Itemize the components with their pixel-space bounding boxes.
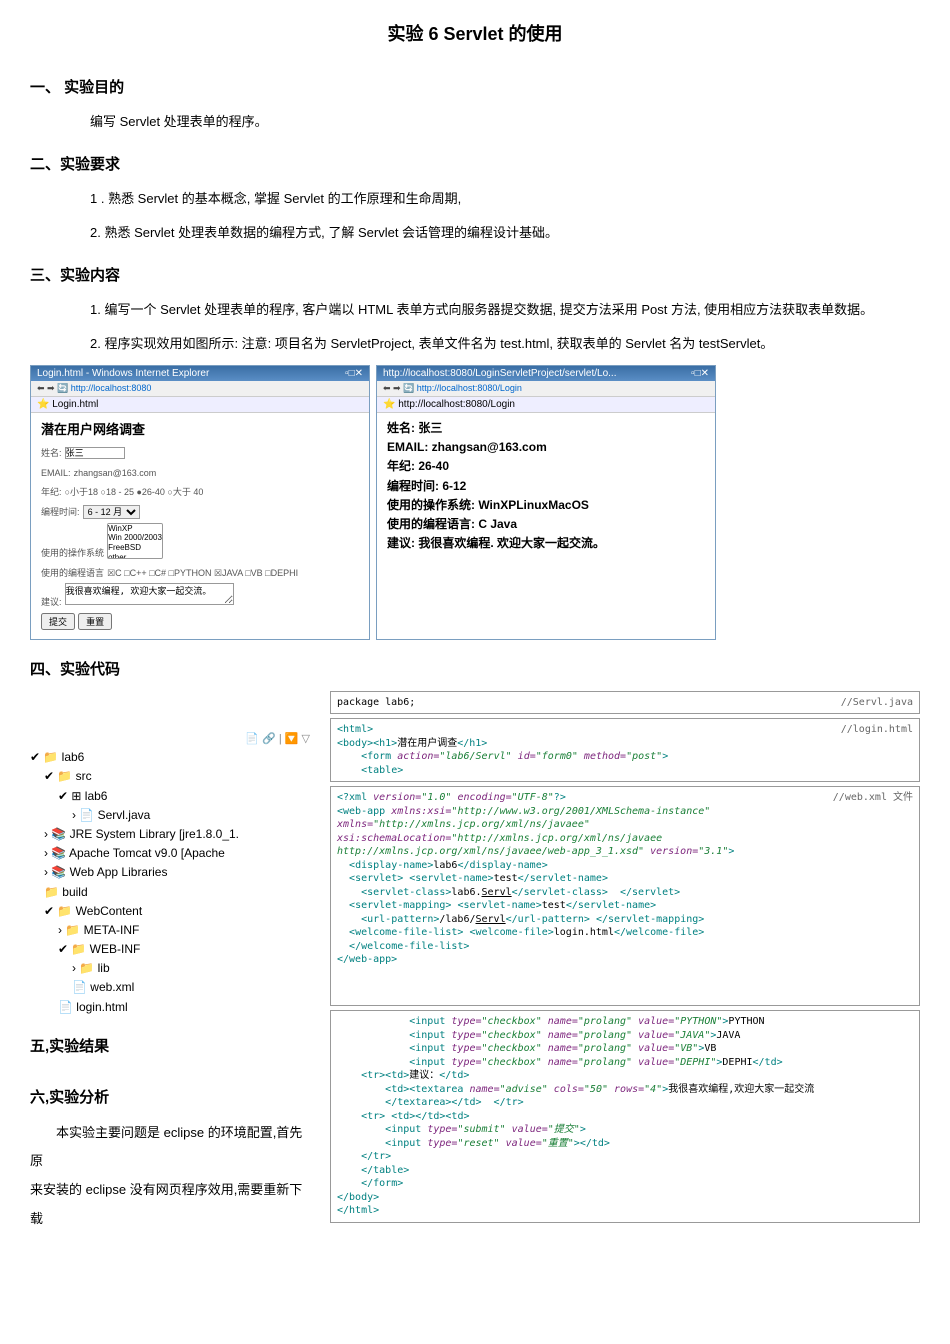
section-heading: 四、实验代码 bbox=[30, 658, 920, 679]
tree-src[interactable]: ✔ 📁 src bbox=[30, 767, 310, 786]
browser-tab: ⭐ Login.html bbox=[31, 397, 369, 413]
advise-textarea[interactable]: 我很喜欢编程, 欢迎大家一起交流。 bbox=[65, 583, 234, 605]
tree-webcontent[interactable]: ✔ 📁 WebContent bbox=[30, 902, 310, 921]
section-heading: 六,实验分析 bbox=[30, 1086, 310, 1107]
screenshot-row: Login.html - Windows Internet Explorer▫□… bbox=[30, 365, 920, 640]
section-heading: 二、实验要求 bbox=[30, 153, 920, 174]
paragraph: 本实验主要问题是 eclipse 的环境配置,首先原 bbox=[30, 1119, 310, 1176]
result-line: EMAIL: zhangsan@163.com bbox=[387, 438, 705, 457]
paragraph: 1. 编写一个 Servlet 处理表单的程序, 客户端以 HTML 表单方式向… bbox=[90, 297, 920, 323]
tree-package[interactable]: ✔ ⊞ lab6 bbox=[30, 787, 310, 806]
tree-toolbar[interactable]: 📄 🔗 | 🔽 ▽ bbox=[30, 731, 310, 749]
code-web-xml: //web.xml 文件<?xml version="1.0" encoding… bbox=[330, 786, 920, 1006]
browser-title: http://localhost:8080/LoginServletProjec… bbox=[377, 366, 715, 381]
browser-title: Login.html - Windows Internet Explorer▫□… bbox=[31, 366, 369, 381]
tree-project[interactable]: ✔ 📁 lab6 bbox=[30, 748, 310, 767]
label: 建议: bbox=[41, 597, 62, 607]
page-title: 实验 6 Servlet 的使用 bbox=[30, 20, 920, 46]
name-input[interactable] bbox=[65, 447, 125, 459]
result-line: 年纪: 26-40 bbox=[387, 457, 705, 476]
tree-build[interactable]: 📁 build bbox=[30, 883, 310, 902]
result-line: 编程时间: 6-12 bbox=[387, 477, 705, 496]
result-line: 姓名: 张三 bbox=[387, 419, 705, 438]
label: 使用的操作系统 bbox=[41, 548, 104, 558]
paragraph: 2. 程序实现效用如图所示: 注意: 项目名为 ServletProject, … bbox=[90, 331, 920, 357]
paragraph: 编写 Servlet 处理表单的程序。 bbox=[90, 109, 920, 135]
section-heading: 一、 实验目的 bbox=[30, 76, 920, 97]
result-line: 使用的编程语言: C Java bbox=[387, 515, 705, 534]
result-line: 使用的操作系统: WinXPLinuxMacOS bbox=[387, 496, 705, 515]
submit-button[interactable]: 提交 bbox=[41, 613, 75, 630]
tree-webapp-lib[interactable]: › 📚 Web App Libraries bbox=[30, 863, 310, 882]
paragraph: 来安装的 eclipse 没有网页程序效用,需要重新下载 bbox=[30, 1176, 310, 1233]
tree-web-inf[interactable]: ✔ 📁 WEB-INF bbox=[30, 940, 310, 959]
code-login-html-top: //login.html<html> <body><h1>潜在用户调查</h1>… bbox=[330, 718, 920, 782]
browser-right: http://localhost:8080/LoginServletProjec… bbox=[376, 365, 716, 640]
code-login-html-bottom: <input type="checkbox" name="prolang" va… bbox=[330, 1010, 920, 1223]
os-select[interactable]: WinXPWin 2000/2003FreeBSDother bbox=[107, 523, 163, 559]
lang-options[interactable]: ☒C □C++ □C# □PYTHON ☒JAVA □VB □DEPHI bbox=[107, 568, 298, 578]
browser-address: ⬅ ➡ 🔄 http://localhost:8080/Login bbox=[377, 381, 715, 397]
time-select[interactable]: 6 - 12 月 bbox=[83, 505, 140, 519]
section-heading: 三、实验内容 bbox=[30, 264, 920, 285]
tree-tomcat[interactable]: › 📚 Apache Tomcat v9.0 [Apache bbox=[30, 844, 310, 863]
paragraph: 1 . 熟悉 Servlet 的基本概念, 掌握 Servlet 的工作原理和生… bbox=[90, 186, 920, 212]
reset-button[interactable]: 重置 bbox=[78, 613, 112, 630]
browser-address: ⬅ ➡ 🔄 http://localhost:8080 bbox=[31, 381, 369, 397]
code-servl-java: package lab6;//Servl.java bbox=[330, 691, 920, 715]
label: 使用的编程语言 bbox=[41, 568, 104, 578]
section-heading: 五,实验结果 bbox=[30, 1035, 310, 1056]
label: EMAIL: bbox=[41, 468, 71, 478]
label: 姓名: bbox=[41, 448, 62, 458]
label: 编程时间: bbox=[41, 507, 80, 517]
tree-jre[interactable]: › 📚 JRE System Library [jre1.8.0_1. bbox=[30, 825, 310, 844]
tree-login-html[interactable]: 📄 login.html bbox=[30, 998, 310, 1017]
project-tree: 📄 🔗 | 🔽 ▽ ✔ 📁 lab6 ✔ 📁 src ✔ ⊞ lab6 › 📄 … bbox=[30, 731, 310, 1017]
tree-web-xml[interactable]: 📄 web.xml bbox=[30, 978, 310, 997]
browser-tab: ⭐ http://localhost:8080/Login bbox=[377, 397, 715, 413]
form-heading: 潜在用户网络调查 bbox=[41, 419, 359, 441]
tree-java-file[interactable]: › 📄 Servl.java bbox=[30, 806, 310, 825]
result-line: 建议: 我很喜欢编程. 欢迎大家一起交流。 bbox=[387, 534, 705, 553]
paragraph: 2. 熟悉 Servlet 处理表单数据的编程方式, 了解 Servlet 会话… bbox=[90, 220, 920, 246]
label: 年纪: bbox=[41, 487, 62, 497]
email-value: zhangsan@163.com bbox=[74, 468, 157, 478]
browser-left: Login.html - Windows Internet Explorer▫□… bbox=[30, 365, 370, 640]
age-options[interactable]: ○小于18 ○18 - 25 ●26-40 ○大于 40 bbox=[65, 487, 204, 497]
tree-lib[interactable]: › 📁 lib bbox=[30, 959, 310, 978]
tree-meta-inf[interactable]: › 📁 META-INF bbox=[30, 921, 310, 940]
